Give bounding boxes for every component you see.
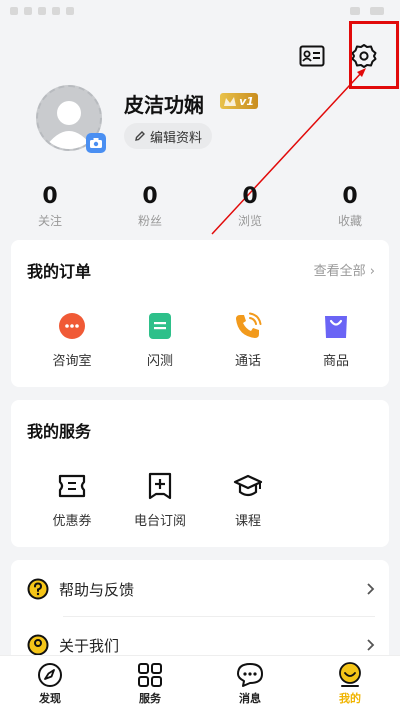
tab-messages[interactable]: 消息 — [200, 656, 300, 711]
service-radio-subscription[interactable]: 电台订阅 — [116, 470, 204, 529]
tab-label: 发现 — [39, 691, 61, 705]
status-bar — [0, 0, 400, 22]
edit-profile-label: 编辑资料 — [150, 130, 203, 146]
list-item-help[interactable]: 帮助与反馈 — [27, 562, 375, 616]
stat-value: 0 — [242, 184, 258, 209]
stat-label: 收藏 — [337, 214, 362, 228]
shopping-bag-icon — [325, 316, 347, 338]
view-all-link[interactable]: 查看全部 › — [314, 260, 375, 279]
status-icon — [66, 7, 74, 15]
add-box-icon — [148, 472, 172, 500]
tab-label: 消息 — [239, 691, 261, 705]
stat-following[interactable]: 0 关注 — [0, 184, 100, 229]
chevron-right-icon: › — [369, 264, 375, 279]
signal-icon — [350, 7, 360, 15]
service-coupons[interactable]: 优惠券 — [28, 470, 116, 529]
order-flash-test[interactable]: 闪测 — [116, 310, 204, 369]
ticket-icon — [58, 474, 86, 498]
service-label: 电台订阅 — [133, 514, 186, 529]
stat-favorites[interactable]: 0 收藏 — [300, 184, 400, 229]
chevron-right-icon — [367, 583, 375, 595]
question-circle-icon — [27, 578, 49, 600]
id-card-button[interactable] — [296, 40, 328, 72]
stat-views[interactable]: 0 浏览 — [200, 184, 300, 229]
chat-bubble-icon — [59, 313, 85, 339]
tab-discover[interactable]: 发现 — [0, 656, 100, 711]
profile-section: 皮洁功娴 v1 编辑资料 — [36, 85, 366, 175]
order-call[interactable]: 通话 — [204, 310, 292, 369]
service-label: 课程 — [234, 514, 261, 529]
services-title: 我的服务 — [27, 422, 92, 441]
graduation-cap-icon — [233, 474, 263, 497]
stat-value: 0 — [42, 184, 58, 209]
service-courses[interactable]: 课程 — [204, 470, 292, 529]
orders-title: 我的订单 — [27, 262, 92, 281]
stat-label: 关注 — [37, 214, 62, 228]
tab-services[interactable]: 服务 — [100, 656, 200, 711]
grid-icon — [138, 662, 162, 687]
list-item-label: 帮助与反馈 — [59, 580, 135, 599]
settings-list: 帮助与反馈 关于我们 — [11, 560, 389, 670]
battery-icon — [370, 7, 384, 15]
tab-label: 我的 — [339, 691, 361, 705]
avatar[interactable] — [36, 85, 106, 153]
service-label: 优惠券 — [52, 514, 92, 529]
tab-label: 服务 — [139, 691, 161, 705]
services-card: 我的服务 优惠券 电台订阅 课程 — [11, 400, 389, 547]
stat-label: 粉丝 — [137, 214, 162, 228]
stats-row: 0 关注 0 粉丝 0 浏览 0 收藏 — [0, 184, 400, 229]
order-goods[interactable]: 商品 — [292, 310, 380, 369]
orders-grid: 咨询室 闪测 通话 商品 — [11, 310, 389, 369]
orders-card: 我的订单 查看全部 › 咨询室 闪测 通话 商品 — [11, 240, 389, 387]
order-label: 闪测 — [146, 354, 173, 369]
camera-icon[interactable] — [86, 133, 106, 153]
view-all-label: 查看全部 — [313, 264, 366, 279]
order-label: 通话 — [234, 354, 261, 369]
services-grid: 优惠券 电台订阅 课程 — [11, 470, 389, 529]
info-icon — [27, 634, 49, 656]
list-item-label: 关于我们 — [59, 636, 120, 655]
edit-profile-button[interactable]: 编辑资料 — [124, 123, 213, 149]
status-icon — [24, 7, 32, 15]
stat-followers[interactable]: 0 粉丝 — [100, 184, 200, 229]
order-consult[interactable]: 咨询室 — [28, 310, 116, 369]
status-icon — [52, 7, 60, 15]
status-icon — [38, 7, 46, 15]
id-card-icon — [299, 45, 325, 67]
phone-icon — [236, 312, 262, 338]
crown-icon — [224, 97, 236, 106]
user-name: 皮洁功娴 — [124, 93, 204, 117]
vip-badge: v1 — [220, 93, 258, 109]
stat-value: 0 — [342, 184, 358, 209]
vip-level: v1 — [239, 94, 254, 108]
stat-label: 浏览 — [237, 214, 262, 228]
bottom-tab-bar: 发现 服务 消息 我的 — [0, 655, 400, 711]
tab-me[interactable]: 我的 — [300, 656, 400, 711]
profile-icon — [339, 661, 361, 687]
order-label: 咨询室 — [52, 354, 92, 369]
order-label: 商品 — [322, 354, 349, 369]
highlight-box — [349, 21, 399, 89]
document-icon — [149, 313, 171, 339]
status-icon — [10, 7, 18, 15]
divider — [63, 616, 375, 617]
status-right — [350, 7, 390, 15]
compass-icon — [38, 662, 62, 687]
chevron-right-icon — [367, 639, 375, 651]
pencil-icon — [135, 131, 145, 141]
stat-value: 0 — [142, 184, 158, 209]
message-icon — [237, 662, 263, 687]
